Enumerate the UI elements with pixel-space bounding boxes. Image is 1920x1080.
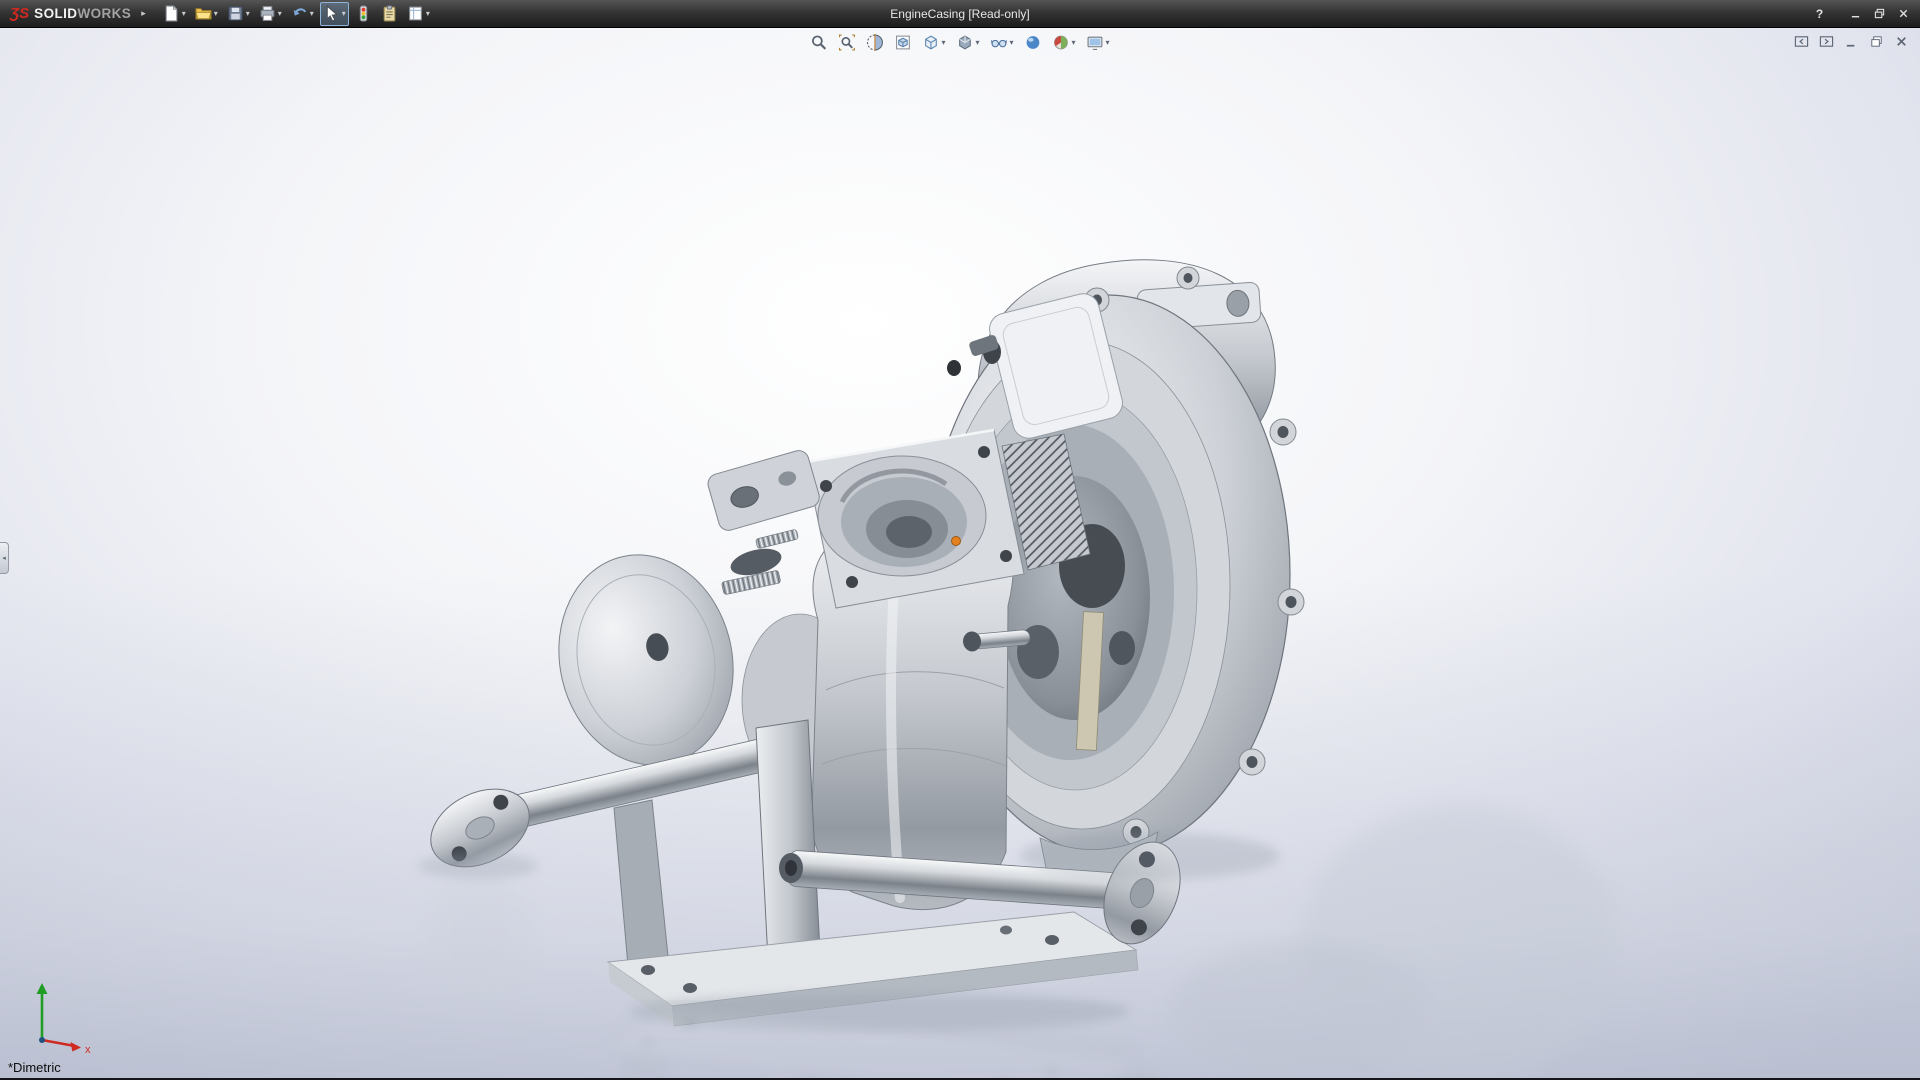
apply-scene-button[interactable]: ▾ <box>1050 32 1079 52</box>
select-icon <box>323 4 340 22</box>
rebuild-icon <box>355 5 372 22</box>
file-properties-icon <box>381 5 398 22</box>
triad-x-arrowhead <box>70 1042 81 1052</box>
undo-button[interactable]: ▾ <box>288 2 317 26</box>
apply-scene-icon <box>1053 34 1070 51</box>
open-document-icon <box>195 5 212 22</box>
open-document-dropdown[interactable]: ▾ <box>214 9 218 18</box>
orientation-triad: x <box>36 983 91 1054</box>
view-orientation-icon <box>922 34 939 51</box>
engine-casing-model[interactable] <box>0 28 1920 1078</box>
hide-show-items-icon <box>990 34 1007 51</box>
triad-x-label: x <box>85 1044 91 1054</box>
open-document-button[interactable]: ▾ <box>192 2 221 26</box>
selection-point <box>951 536 961 546</box>
flyout-arrow-icon: ◂ <box>2 555 6 562</box>
options-dropdown[interactable]: ▾ <box>426 9 430 18</box>
save-icon <box>227 5 244 22</box>
3d-drawing-views-icon <box>894 34 911 51</box>
print-dropdown[interactable]: ▾ <box>278 9 282 18</box>
select-button[interactable]: ▾ <box>319 1 349 26</box>
document-close-button[interactable] <box>1893 33 1910 49</box>
brand-works-text: WORKS <box>77 6 132 21</box>
triad-z-origin <box>39 1037 45 1043</box>
menu-flyout-arrow-icon[interactable]: ▸ <box>141 8 146 19</box>
triad-x-axis <box>41 1038 73 1047</box>
undo-dropdown[interactable]: ▾ <box>310 9 314 18</box>
document-minimize-button[interactable] <box>1843 33 1860 49</box>
triad-y-arrowhead <box>36 983 48 994</box>
titlebar: ƷS SOLID WORKS ▸ ▾ ▾ ▾ ▾ ▾ ▾ ▾ EngineCasing [R… <box>0 0 1920 28</box>
viewport-previous-button[interactable] <box>1793 33 1810 49</box>
document-restore-button[interactable] <box>1868 33 1885 49</box>
restore-button[interactable] <box>1869 4 1890 23</box>
section-view-icon <box>866 33 883 51</box>
options-button[interactable]: ▾ <box>404 2 433 26</box>
view-orientation-dropdown[interactable]: ▾ <box>941 38 945 47</box>
heads-up-view-toolbar: ▾ ▾ ▾ ▾ ▾ <box>807 32 1112 52</box>
zoom-to-area-button[interactable] <box>835 32 858 52</box>
zoom-to-fit-icon <box>810 34 827 51</box>
view-orientation-label: *Dimetric <box>8 1060 61 1075</box>
select-dropdown[interactable]: ▾ <box>342 9 346 18</box>
standard-toolbar: ▾ ▾ ▾ ▾ ▾ ▾ ▾ <box>160 1 433 26</box>
help-button[interactable]: ? <box>1809 4 1830 23</box>
print-icon <box>259 5 276 22</box>
view-settings-dropdown[interactable]: ▾ <box>1106 38 1110 47</box>
display-style-dropdown[interactable]: ▾ <box>975 38 979 47</box>
solidworks-logo: ƷS SOLID WORKS <box>10 5 131 22</box>
view-settings-icon <box>1087 34 1104 51</box>
zoom-to-fit-button[interactable] <box>807 32 830 52</box>
save-button[interactable]: ▾ <box>224 2 253 26</box>
section-view-button[interactable] <box>863 32 886 52</box>
display-style-icon <box>956 34 973 51</box>
new-document-button[interactable]: ▾ <box>160 2 189 26</box>
model-reflection <box>418 980 1304 1078</box>
featuremanager-flyout-tab[interactable]: ◂ <box>0 542 9 574</box>
new-document-icon <box>163 5 180 22</box>
document-window-controls <box>1793 33 1910 49</box>
graphics-area[interactable]: ▾ ▾ ▾ ▾ ▾ ◂ x *Dimetric <box>0 28 1920 1078</box>
hide-show-items-dropdown[interactable]: ▾ <box>1009 38 1013 47</box>
document-title: EngineCasing [Read-only] <box>890 6 1030 21</box>
undo-icon <box>291 5 308 22</box>
view-orientation-button[interactable]: ▾ <box>919 32 948 52</box>
options-icon <box>407 5 424 22</box>
view-settings-button[interactable]: ▾ <box>1084 32 1113 52</box>
edit-appearance-button[interactable] <box>1022 32 1045 52</box>
save-dropdown[interactable]: ▾ <box>246 9 250 18</box>
part-mount-bracket[interactable] <box>706 448 822 532</box>
zoom-to-area-icon <box>838 34 855 51</box>
rebuild-button[interactable] <box>352 2 375 26</box>
file-properties-button[interactable] <box>378 2 401 26</box>
new-document-dropdown[interactable]: ▾ <box>182 9 186 18</box>
brand-solid-text: SOLID <box>34 6 78 21</box>
edit-appearance-icon <box>1025 34 1042 51</box>
minimize-button[interactable] <box>1845 4 1866 23</box>
viewport-next-button[interactable] <box>1818 33 1835 49</box>
3d-drawing-views-button[interactable] <box>891 32 914 52</box>
window-controls: ? <box>1809 4 1914 23</box>
part-flywheel[interactable] <box>538 537 753 782</box>
print-button[interactable]: ▾ <box>256 2 285 26</box>
dassault-logo-icon: ƷS <box>10 5 30 22</box>
display-style-button[interactable]: ▾ <box>953 32 982 52</box>
hide-show-items-button[interactable]: ▾ <box>987 32 1016 52</box>
apply-scene-dropdown[interactable]: ▾ <box>1072 38 1076 47</box>
close-button[interactable] <box>1893 4 1914 23</box>
